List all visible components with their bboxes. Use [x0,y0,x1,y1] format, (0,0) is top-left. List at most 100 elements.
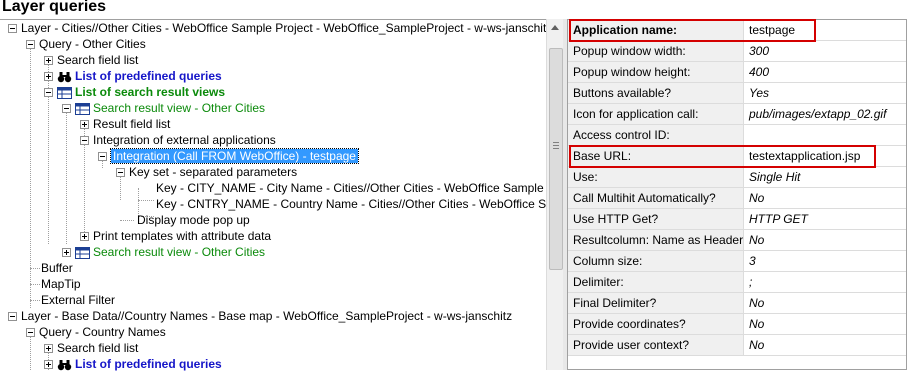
property-row[interactable]: Final Delimiter? No [568,293,906,314]
property-name: Final Delimiter? [568,293,744,313]
tree-node-maptip[interactable]: MapTip [41,276,81,292]
collapse-icon[interactable] [62,104,71,114]
tree-node-label: Query - Other Cities [39,37,146,51]
tree-node-layer-cities[interactable]: Layer - Cities//Other Cities - WebOffice… [8,20,546,36]
property-value-input[interactable]: 300 [744,41,906,61]
property-row[interactable]: Call Multihit Automatically? No [568,188,906,209]
tree-node-external-filter[interactable]: External Filter [41,292,115,308]
property-value-input[interactable]: ; [744,272,906,292]
property-value-input[interactable]: No [744,293,906,313]
collapse-icon[interactable] [80,136,89,146]
property-name: Provide user context? [568,335,744,355]
tree-node-label: Search field list [57,53,139,67]
expand-icon[interactable] [44,56,53,66]
property-name: Application name: [568,20,744,40]
tree-node-result-view-other-cities-2[interactable]: Search result view - Other Cities [62,244,265,260]
property-value-input[interactable] [744,125,906,145]
property-row[interactable]: Icon for application call: pub/images/ex… [568,104,906,125]
expand-icon[interactable] [80,232,89,242]
tree-node-key-cntry-name[interactable]: Key - CNTRY_NAME - Country Name - Cities… [156,196,546,212]
tree-node-label: Integration of external applications [93,133,276,147]
property-row[interactable]: Provide coordinates? No [568,314,906,335]
property-row[interactable]: Use: Single Hit [568,167,906,188]
property-row[interactable]: Delimiter: ; [568,272,906,293]
property-value-input[interactable]: Yes [744,83,906,103]
property-row[interactable]: Provide user context? No [568,335,906,356]
tree-node-external-apps[interactable]: Integration of external applications [80,132,276,148]
tree-node-print-templates[interactable]: Print templates with attribute data [80,228,271,244]
tree-node-layer-country-names[interactable]: Layer - Base Data//Country Names - Base … [8,308,512,324]
property-row[interactable]: Buttons available? Yes [568,83,906,104]
tree-node-integration-testpage[interactable]: Integration (Call FROM WebOffice) - test… [98,148,359,164]
layer-tree[interactable]: Layer - Cities//Other Cities - WebOffice… [0,19,546,371]
tree-node-label: Print templates with attribute data [93,229,272,243]
property-row[interactable]: Popup window height: 400 [568,62,906,83]
tree-node-label-selected: Integration (Call FROM WebOffice) - test… [110,148,359,164]
property-name: Delimiter: [568,272,744,292]
property-row[interactable]: Use HTTP Get? HTTP GET [568,209,906,230]
tree-node-label: Search result view - Other Cities [93,101,266,115]
property-name: Access control ID: [568,125,744,145]
collapse-icon[interactable] [44,88,53,98]
property-row[interactable]: Application name: testpage [568,20,906,41]
expand-icon[interactable] [62,248,71,258]
expand-icon[interactable] [44,72,53,82]
collapse-icon[interactable] [8,312,17,322]
expand-icon[interactable] [80,120,89,130]
property-value-input[interactable]: testpage [744,20,906,40]
collapse-icon[interactable] [26,328,35,338]
property-row[interactable]: Popup window width: 300 [568,41,906,62]
property-value-input[interactable]: No [744,188,906,208]
tree-node-predefined-queries[interactable]: List of predefined queries [44,68,222,84]
table-icon [57,86,72,99]
tree-node-predefined-queries-2[interactable]: List of predefined queries [44,356,222,371]
tree-node-display-mode[interactable]: Display mode pop up [137,212,250,228]
tree-node-result-view-other-cities[interactable]: Search result view - Other Cities [62,100,265,116]
property-row[interactable]: Access control ID: [568,125,906,146]
property-name: Resultcolumn: Name as Header? [568,230,744,250]
property-value-input[interactable]: No [744,335,906,355]
tree-node-label: MapTip [41,277,81,291]
property-row[interactable]: Base URL: testextapplication.jsp [568,146,906,167]
tree-node-query-other-cities[interactable]: Query - Other Cities [26,36,146,52]
property-value-input[interactable]: 3 [744,251,906,271]
property-name: Popup window width: [568,41,744,61]
tree-node-search-result-views[interactable]: List of search result views [44,84,225,100]
property-value-input[interactable]: No [744,230,906,250]
tree-node-label: Layer - Base Data//Country Names - Base … [21,309,513,323]
property-value-input[interactable]: Single Hit [744,167,906,187]
collapse-icon[interactable] [8,24,17,34]
property-row[interactable]: Column size: 3 [568,251,906,272]
collapse-icon[interactable] [26,40,35,50]
property-value-input[interactable]: No [744,314,906,334]
property-value-input[interactable]: 400 [744,62,906,82]
scroll-up-arrow-icon[interactable] [551,25,559,30]
tree-node-label: External Filter [41,293,116,307]
tree-node-search-field-list[interactable]: Search field list [44,52,138,68]
expand-icon[interactable] [44,360,53,370]
tree-scrollbar[interactable] [546,19,564,370]
property-name: Column size: [568,251,744,271]
tree-node-result-field-list[interactable]: Result field list [80,116,170,132]
tree-node-search-field-list-2[interactable]: Search field list [44,340,138,356]
tree-node-label: Search field list [57,341,139,355]
expand-icon[interactable] [44,344,53,354]
tree-node-buffer[interactable]: Buffer [41,260,73,276]
grip-line [553,148,559,149]
scroll-thumb[interactable] [549,48,563,270]
property-value-input[interactable]: testextapplication.jsp [744,146,906,166]
property-value-input[interactable]: pub/images/extapp_02.gif [744,104,906,124]
property-name: Use HTTP Get? [568,209,744,229]
tree-node-key-city-name[interactable]: Key - CITY_NAME - City Name - Cities//Ot… [156,180,546,196]
tree-node-label: List of predefined queries [75,69,222,83]
collapse-icon[interactable] [98,152,107,162]
collapse-icon[interactable] [116,168,125,178]
table-icon [75,102,90,115]
property-value-input[interactable]: HTTP GET [744,209,906,229]
property-row[interactable]: Resultcolumn: Name as Header? No [568,230,906,251]
property-name: Call Multihit Automatically? [568,188,744,208]
tree-node-query-country-names[interactable]: Query - Country Names [26,324,166,340]
tree-node-key-set[interactable]: Key set - separated parameters [116,164,297,180]
tree-node-label: Display mode pop up [137,213,250,227]
grip-line [553,145,559,146]
